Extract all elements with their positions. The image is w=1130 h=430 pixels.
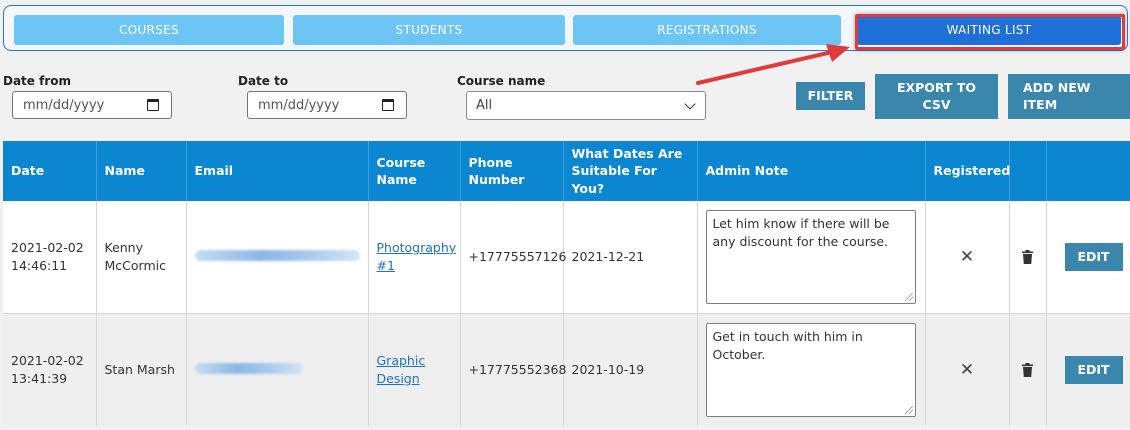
header-text: Number (468, 172, 525, 187)
cell-edit: EDIT (1046, 201, 1130, 314)
edit-button[interactable]: EDIT (1064, 243, 1123, 271)
header-text: Phone (468, 154, 513, 170)
course-name-label: Course name (457, 74, 546, 88)
add-new-item-button[interactable]: ADD NEW ITEM (1008, 74, 1130, 119)
col-header-registered[interactable]: Registered (925, 141, 1010, 201)
course-link[interactable]: Design (377, 371, 420, 386)
admin-note-textarea[interactable]: Let him know if there will be any discou… (705, 210, 916, 304)
add-label-line2: ITEM (1023, 96, 1058, 112)
col-header-admin-note[interactable]: Admin Note (697, 141, 926, 201)
header-text: Name (376, 172, 417, 187)
highlight-box (855, 14, 1125, 50)
table-header-row: Date Name Email Course Name Phone Number… (3, 141, 1130, 201)
cell-name: Kenny McCormic (96, 201, 187, 314)
col-header-edit (1046, 141, 1130, 201)
course-link[interactable]: Photography (377, 240, 457, 255)
cell-phone: +17775552368 (460, 313, 566, 426)
header-text: Suitable For You? (571, 163, 657, 196)
admin-note-text: Let him know if there will be any discou… (712, 216, 890, 250)
cell-suitable-date: 2021-10-19 (563, 313, 698, 426)
export-csv-button[interactable]: EXPORT TO CSV (875, 74, 998, 119)
col-header-phone[interactable]: Phone Number (460, 141, 564, 201)
calendar-icon[interactable] (147, 99, 159, 111)
course-link[interactable]: Graphic (377, 353, 426, 368)
tab-students[interactable]: STUDENTS (293, 15, 565, 45)
row-name: Kenny (104, 239, 144, 255)
row-time: 13:41:39 (11, 371, 68, 386)
close-icon[interactable]: ✕ (934, 245, 1001, 270)
date-from-placeholder: mm/dd/yyyy (23, 97, 105, 113)
export-label-line2: CSV (922, 96, 951, 112)
date-to-label: Date to (238, 74, 289, 88)
date-to-input[interactable]: mm/dd/yyyy (247, 91, 407, 119)
row-date: 2021-02-02 (11, 239, 84, 255)
cell-admin-note: Get in touch with him in October. (697, 313, 926, 426)
col-header-course-name[interactable]: Course Name (368, 141, 461, 201)
row-time: 14:46:11 (11, 258, 68, 273)
course-link[interactable]: #1 (377, 258, 395, 273)
edit-button[interactable]: EDIT (1064, 356, 1123, 384)
date-from-input[interactable]: mm/dd/yyyy (12, 91, 172, 119)
row-date: 2021-02-02 (11, 352, 84, 368)
header-text: Course (376, 154, 426, 170)
cell-course: Photography #1 (368, 201, 461, 314)
row-name: McCormic (104, 258, 166, 273)
tab-courses[interactable]: COURSES (14, 15, 284, 45)
trash-icon[interactable] (1022, 363, 1033, 377)
cell-delete (1009, 201, 1047, 314)
trash-icon[interactable] (1022, 250, 1033, 264)
tabs-bar: COURSES STUDENTS REGISTRATIONS WAITING L… (3, 5, 1128, 51)
cell-suitable-date: 2021-12-21 (563, 201, 698, 314)
col-header-delete (1009, 141, 1047, 201)
header-text: What Dates Are (571, 145, 683, 161)
resize-grip-icon[interactable] (904, 293, 913, 301)
waiting-list-table: Date Name Email Course Name Phone Number… (3, 141, 1130, 426)
cell-delete (1009, 313, 1047, 426)
export-label-line1: EXPORT TO (896, 79, 977, 95)
col-header-email[interactable]: Email (186, 141, 369, 201)
cell-email (186, 313, 369, 426)
col-header-suitable-dates[interactable]: What Dates Are Suitable For You? (563, 141, 698, 201)
cell-registered: ✕ (925, 313, 1010, 426)
course-select[interactable]: All (466, 91, 706, 120)
col-header-date[interactable]: Date (3, 141, 97, 201)
email-redacted (194, 362, 303, 374)
cell-edit: EDIT (1046, 313, 1130, 426)
close-icon[interactable]: ✕ (934, 358, 1001, 383)
table-row: 2021-02-02 13:41:39 Stan Marsh Graphic D… (3, 313, 1130, 426)
chevron-down-icon (684, 98, 696, 110)
add-label-line1: ADD NEW (1023, 79, 1091, 95)
date-to-placeholder: mm/dd/yyyy (258, 97, 340, 113)
calendar-icon[interactable] (382, 99, 394, 111)
tab-registrations[interactable]: REGISTRATIONS (573, 15, 841, 45)
table-row: 2021-02-02 14:46:11 Kenny McCormic Photo… (3, 201, 1130, 314)
cell-phone: +17775557126 (460, 201, 566, 314)
email-redacted (194, 249, 360, 261)
date-from-label: Date from (3, 74, 71, 88)
cell-date: 2021-02-02 14:46:11 (3, 201, 97, 314)
cell-admin-note: Let him know if there will be any discou… (697, 201, 926, 314)
cell-registered: ✕ (925, 201, 1010, 314)
cell-course: Graphic Design (368, 313, 461, 426)
filter-button[interactable]: FILTER (796, 82, 865, 110)
admin-note-textarea[interactable]: Get in touch with him in October. (705, 323, 916, 417)
course-select-value: All (476, 98, 493, 113)
cell-name: Stan Marsh (96, 313, 187, 426)
resize-grip-icon[interactable] (904, 406, 913, 414)
col-header-name[interactable]: Name (96, 141, 187, 201)
cell-email (186, 201, 369, 314)
admin-note-text: Get in touch with him in October. (712, 329, 863, 363)
cell-date: 2021-02-02 13:41:39 (3, 313, 97, 426)
